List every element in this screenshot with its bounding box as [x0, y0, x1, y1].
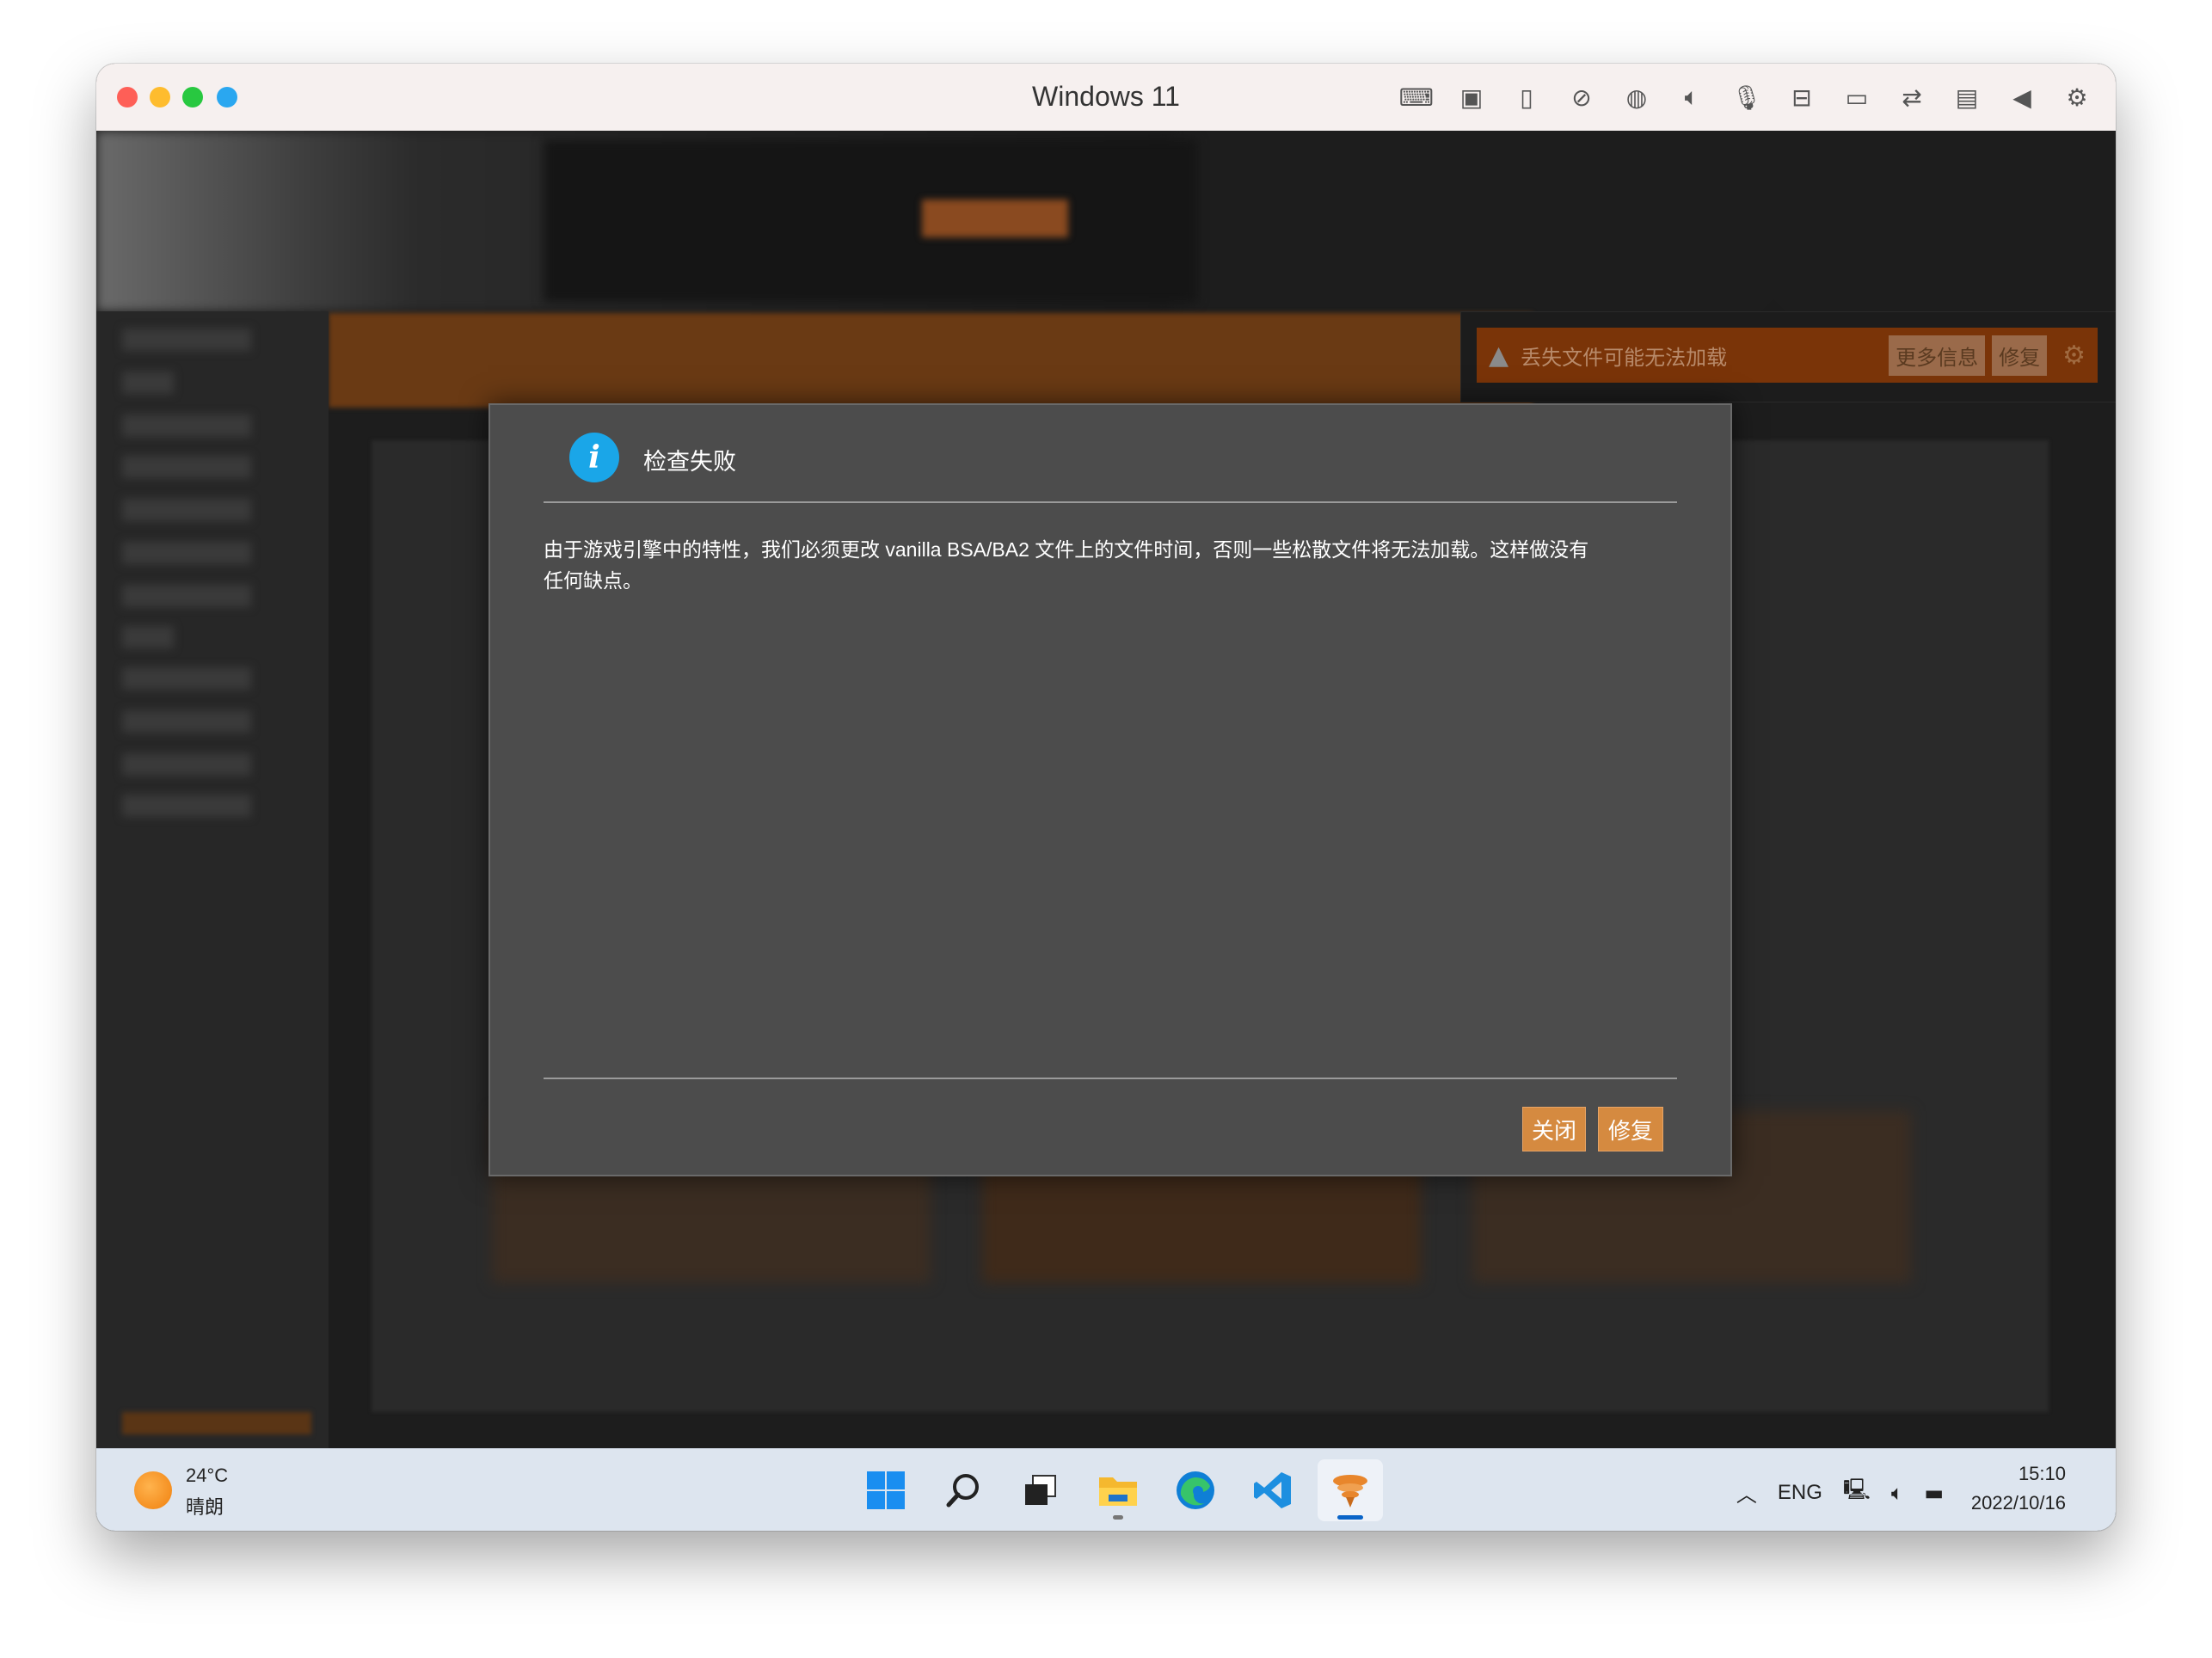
dialog-message: 由于游戏引擎中的特性，我们必须更改 vanilla BSA/BA2 文件上的文件…: [544, 534, 1677, 596]
dialog-message-line: 由于游戏引擎中的特性，我们必须更改 vanilla BSA/BA2 文件上的文件…: [544, 538, 1589, 561]
cpu-icon[interactable]: ▣: [1452, 81, 1491, 114]
search-icon: [946, 1474, 979, 1508]
warning-text: 丢失文件可能无法加载: [1521, 346, 1728, 370]
window-titlebar: Windows 11 ⌨ ▣ ▯ ⊘ ◍ 🔈︎ 🎙︎ ⊟ ▭ ⇄ ▤ ◀ ⚙: [96, 64, 2116, 132]
folder-icon: [1099, 1477, 1137, 1506]
terminal-icon[interactable]: ▤: [1947, 81, 1987, 114]
system-tray: ︿ ENG 🖳 🔈︎ ▬: [1736, 1475, 1944, 1510]
dialog-divider-bottom: [544, 1078, 1677, 1079]
vscode-button[interactable]: [1240, 1459, 1306, 1521]
task-view-button[interactable]: [1008, 1459, 1073, 1521]
notification-fix-button[interactable]: 修复: [1992, 335, 2048, 376]
dialog-divider-top: [544, 501, 1677, 503]
taskbar: 24°C 晴朗 ︿ ENG 🖳 🔈︎ ▬ 15:10 2022/10/16: [96, 1448, 2116, 1531]
start-button[interactable]: [853, 1459, 919, 1521]
fix-button[interactable]: 修复: [1598, 1107, 1663, 1151]
notification-popup: ▲ 丢失文件可能无法加载 更多信息 修复 ⚙: [1460, 311, 2116, 402]
edge-icon: [1177, 1471, 1214, 1509]
windows-logo-icon: [867, 1471, 905, 1509]
running-indicator: [1113, 1515, 1123, 1520]
warning-icon: ▲: [1489, 340, 1509, 371]
weather-sun-icon[interactable]: [134, 1471, 172, 1509]
edge-browser-button[interactable]: [1163, 1459, 1228, 1521]
weather-temperature[interactable]: 24°C: [186, 1465, 228, 1487]
triangle-left-icon[interactable]: ◀: [2002, 81, 2042, 114]
video-icon[interactable]: ▭: [1837, 81, 1877, 114]
vscode-icon: [1254, 1472, 1291, 1508]
warning-bar: ▲ 丢失文件可能无法加载 更多信息 修复 ⚙: [1477, 328, 2098, 383]
drive-icon[interactable]: ⊟: [1782, 81, 1822, 114]
blurred-orange-strip: [329, 313, 1533, 408]
weather-condition[interactable]: 晴朗: [186, 1492, 224, 1520]
blurred-sidebar: [96, 311, 329, 1448]
camera-off-icon[interactable]: ⊘: [1562, 81, 1601, 114]
search-button[interactable]: [931, 1459, 996, 1521]
gear-icon[interactable]: ⚙: [2062, 341, 2086, 371]
vm-toolbar: ⌨ ▣ ▯ ⊘ ◍ 🔈︎ 🎙︎ ⊟ ▭ ⇄ ▤ ◀ ⚙: [1397, 81, 2097, 114]
check-failed-dialog: i 检查失败 由于游戏引擎中的特性，我们必须更改 vanilla BSA/BA2…: [488, 403, 1732, 1176]
info-icon: i: [569, 433, 619, 482]
taskbar-apps: [853, 1459, 1383, 1521]
blurred-banner-overlay: [544, 139, 1197, 303]
dialog-title: 检查失败: [643, 449, 736, 475]
clock-date[interactable]: 2022/10/16: [1971, 1492, 2066, 1514]
task-view-icon: [1025, 1475, 1056, 1505]
vm-window: Windows 11 ⌨ ▣ ▯ ⊘ ◍ 🔈︎ 🎙︎ ⊟ ▭ ⇄ ▤ ◀ ⚙ ▲…: [96, 64, 2116, 1531]
battery-icon[interactable]: ▬: [1924, 1481, 1944, 1505]
dialog-message-line: 任何缺点。: [544, 569, 642, 592]
chevron-up-icon[interactable]: ︿: [1736, 1477, 1757, 1508]
blurred-upgrade-button: [922, 200, 1068, 237]
running-indicator: [1337, 1515, 1363, 1520]
gear-icon[interactable]: ⚙: [2057, 81, 2097, 114]
blurred-sidebar-footer: [122, 1412, 311, 1434]
network-icon[interactable]: 🖳: [1843, 1475, 1871, 1510]
file-explorer-button[interactable]: [1085, 1459, 1151, 1521]
usb-icon[interactable]: ▯: [1507, 81, 1546, 114]
keyboard-icon[interactable]: ⌨: [1397, 81, 1436, 114]
language-indicator[interactable]: ENG: [1778, 1481, 1822, 1505]
clock-time[interactable]: 15:10: [2018, 1463, 2066, 1485]
close-button[interactable]: 关闭: [1522, 1107, 1586, 1151]
vortex-icon: [1333, 1475, 1367, 1508]
globe-icon[interactable]: ◍: [1617, 81, 1656, 114]
speaker-icon[interactable]: 🔈︎: [1672, 81, 1711, 114]
folder-share-icon[interactable]: ⇄: [1892, 81, 1932, 114]
microphone-icon[interactable]: 🎙︎: [1727, 81, 1767, 114]
more-info-button[interactable]: 更多信息: [1889, 335, 1986, 376]
volume-icon[interactable]: 🔈︎: [1891, 1481, 1903, 1505]
guest-desktop: ▲ 丢失文件可能无法加载 更多信息 修复 ⚙ i 检查失败 由于游戏引擎中的特性…: [96, 131, 2116, 1448]
vortex-app-button[interactable]: [1318, 1459, 1383, 1521]
